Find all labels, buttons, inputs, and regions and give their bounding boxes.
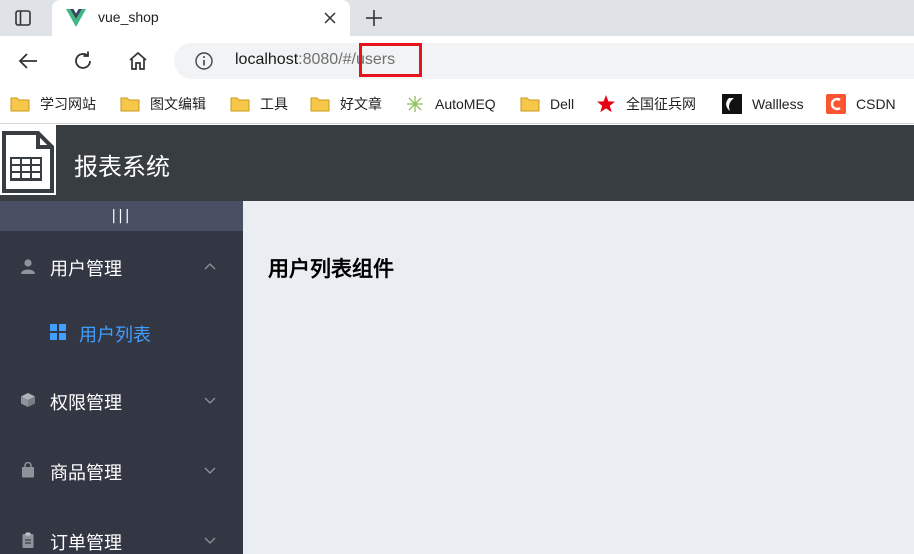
- bookmark-item[interactable]: 学习网站: [10, 93, 96, 115]
- sidebar-item-label: 用户管理: [50, 259, 122, 280]
- sidebar: ||| 用户管理 用户列表 权限管理 商品管理 订单管理: [0, 201, 243, 554]
- chevron-up-icon: [204, 263, 216, 270]
- bookmark-item[interactable]: 全国征兵网: [596, 93, 696, 115]
- chevron-down-icon: [204, 397, 216, 404]
- chevron-down-icon: [204, 537, 216, 544]
- bookmark-item[interactable]: 工具: [230, 93, 288, 115]
- vue-logo-icon: [66, 9, 86, 27]
- browser-tab[interactable]: vue_shop: [52, 0, 350, 36]
- sidebar-item-user-management[interactable]: 用户管理: [0, 239, 243, 295]
- tab-actions-icon: [15, 10, 31, 26]
- bookmark-label: 工具: [260, 96, 288, 112]
- app-title: 报表系统: [74, 153, 170, 181]
- new-tab-button[interactable]: [362, 6, 386, 30]
- address-bar[interactable]: localhost:8080/#/users: [174, 43, 914, 79]
- close-icon[interactable]: [322, 10, 338, 26]
- spreadsheet-icon: [2, 131, 54, 193]
- sidebar-item-label: 订单管理: [50, 533, 122, 554]
- bookmarks-bar: 学习网站 图文编辑 工具 好文章 AutoMEQ Dell 全国征兵网 Wall…: [0, 86, 914, 124]
- page-title: 用户列表组件: [268, 257, 394, 281]
- tab-title: vue_shop: [98, 9, 159, 25]
- bookmark-item[interactable]: 好文章: [310, 93, 382, 115]
- chevron-down-icon: [204, 467, 216, 474]
- bookmark-label: AutoMEQ: [435, 96, 496, 112]
- sidebar-item-label: 权限管理: [50, 393, 122, 414]
- folder-icon: [10, 95, 30, 113]
- sidebar-item-product-management[interactable]: 商品管理: [0, 443, 243, 499]
- bookmark-label: CSDN: [856, 96, 896, 112]
- bookmark-label: Dell: [550, 96, 575, 112]
- bookmark-item[interactable]: CSDN: [826, 93, 896, 115]
- url-highlight-box: [359, 43, 422, 77]
- home-button[interactable]: [125, 48, 151, 74]
- folder-icon: [120, 95, 140, 113]
- csdn-icon: [826, 94, 846, 114]
- bookmark-item[interactable]: Wallless: [722, 93, 804, 115]
- app-header: 报表系统: [0, 125, 914, 201]
- browser-toolbar: localhost:8080/#/users: [0, 36, 914, 86]
- folder-icon: [230, 95, 250, 113]
- sidebar-toggle-button[interactable]: |||: [0, 201, 243, 231]
- sidebar-item-order-management[interactable]: 订单管理: [0, 513, 243, 554]
- main-content: 用户列表组件: [243, 201, 914, 554]
- clipboard-icon: [22, 532, 34, 548]
- arrow-left-icon: [18, 53, 37, 69]
- reload-button[interactable]: [70, 48, 96, 74]
- bookmark-item[interactable]: Dell: [520, 93, 574, 115]
- cube-icon: [21, 393, 35, 407]
- bookmark-label: 图文编辑: [150, 96, 206, 112]
- url-host: localhost: [235, 51, 299, 68]
- bag-icon: [22, 462, 34, 478]
- back-button[interactable]: [15, 48, 41, 74]
- grid-icon: [50, 324, 66, 340]
- sidebar-subitem-user-list[interactable]: 用户列表: [0, 309, 243, 359]
- plus-icon: [366, 10, 382, 26]
- bookmark-label: 学习网站: [40, 96, 96, 112]
- folder-icon: [310, 95, 330, 113]
- bookmark-label: Wallless: [752, 96, 804, 112]
- user-icon: [21, 259, 35, 274]
- tab-actions-button[interactable]: [8, 6, 38, 30]
- sidebar-subitem-label: 用户列表: [79, 325, 151, 346]
- bookmark-label: 全国征兵网: [626, 96, 696, 112]
- bookmark-item[interactable]: AutoMEQ: [405, 93, 496, 115]
- automeq-icon: [405, 95, 425, 113]
- tab-strip: vue_shop: [0, 0, 914, 36]
- sidebar-item-label: 商品管理: [50, 463, 122, 484]
- info-icon[interactable]: [194, 51, 214, 71]
- folder-icon: [520, 95, 540, 113]
- home-icon: [129, 51, 147, 70]
- sidebar-item-permission-management[interactable]: 权限管理: [0, 373, 243, 429]
- star-icon: [596, 95, 616, 113]
- bookmark-item[interactable]: 图文编辑: [120, 93, 206, 115]
- reload-icon: [75, 51, 91, 69]
- wallless-icon: [722, 94, 742, 114]
- logo: [0, 125, 56, 195]
- bookmark-label: 好文章: [340, 96, 382, 112]
